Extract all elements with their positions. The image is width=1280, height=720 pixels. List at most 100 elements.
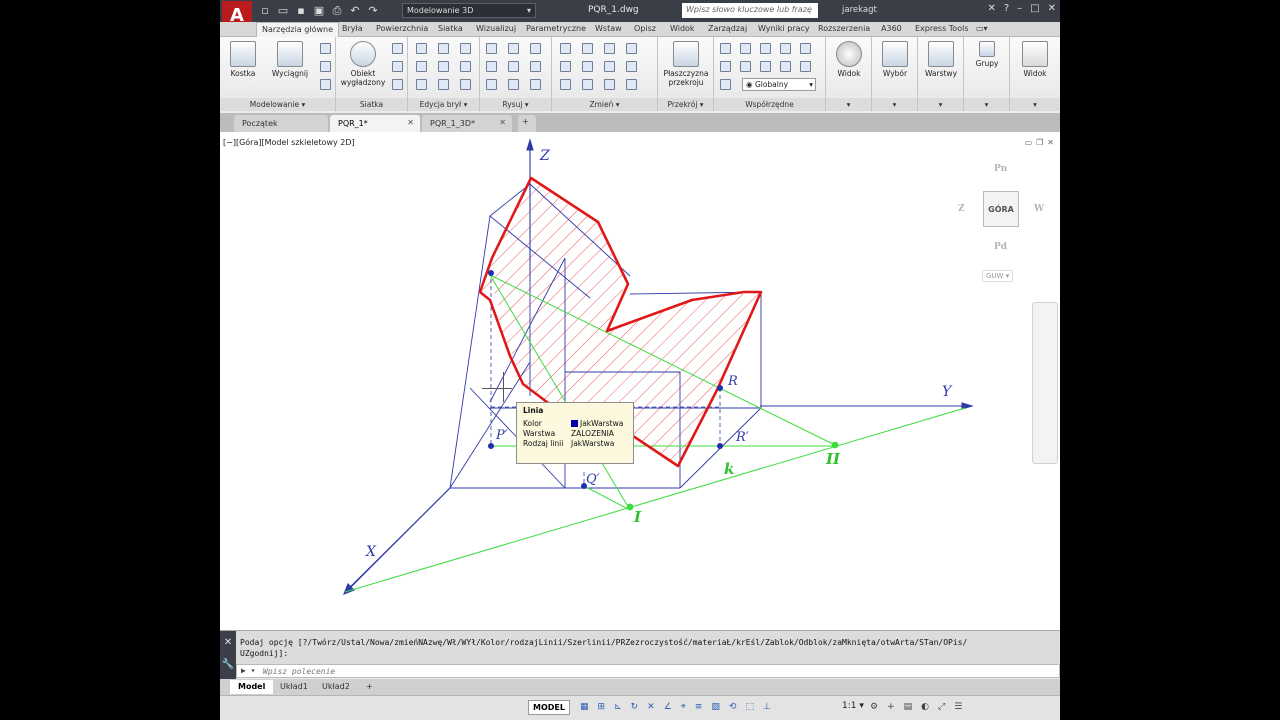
snap-icon[interactable]: ⊞ (598, 702, 606, 712)
close-icon[interactable]: ✕ (407, 118, 414, 127)
tab-opisz[interactable]: Opisz (634, 24, 656, 33)
explode-icon[interactable] (626, 79, 637, 90)
hatch-icon[interactable] (530, 79, 541, 90)
widok-button[interactable]: Widok (832, 41, 866, 78)
arc-icon[interactable] (486, 61, 497, 72)
loft-icon[interactable] (320, 61, 331, 72)
thicken-icon[interactable] (438, 79, 449, 90)
tab-wizualizuj[interactable]: Wizualizuj (476, 24, 516, 33)
tab-narzedzia-glowne[interactable]: Narzędzia główne (256, 22, 340, 37)
help-icon[interactable]: ? (1004, 3, 1009, 14)
maximize-icon[interactable]: □ (1030, 3, 1039, 14)
group-title-edycja-bryl[interactable]: Edycja brył ▾ (408, 98, 479, 111)
scale-icon[interactable] (626, 61, 637, 72)
stretch-icon[interactable] (604, 61, 615, 72)
ucs-world-icon[interactable] (720, 61, 731, 72)
ucs-z-icon[interactable] (800, 61, 811, 72)
trim-icon[interactable] (604, 43, 615, 54)
group-expand-widok2[interactable]: ▾ (1010, 98, 1060, 111)
tab-zarzadzaj[interactable]: Zarządzaj (708, 24, 747, 33)
tab-rozszerzenia[interactable]: Rozszerzenia (818, 24, 870, 33)
save-as-icon[interactable]: ▣ (312, 4, 326, 17)
tab-uklad1[interactable]: Układ1 (272, 680, 316, 694)
close-icon[interactable]: ✕ (1048, 3, 1056, 14)
union-icon[interactable] (416, 43, 427, 54)
mirror-icon[interactable] (560, 61, 571, 72)
rectangle-icon[interactable] (508, 61, 519, 72)
obiekt-wygladzony-button[interactable]: Obiekt wygładzony (340, 41, 386, 87)
redo-icon[interactable]: ↷ (366, 4, 380, 17)
ellipse-icon[interactable] (508, 79, 519, 90)
array-icon[interactable] (560, 79, 571, 90)
clean-screen-icon[interactable]: ⤢ (938, 702, 945, 712)
line-icon[interactable] (486, 43, 497, 54)
command-input[interactable]: ▶ ▾ Wpisz polecenie (236, 664, 1060, 678)
slice-icon[interactable] (460, 61, 471, 72)
ucs-view-icon[interactable] (740, 61, 751, 72)
gear-icon[interactable]: ⚙ (870, 702, 878, 712)
group-expand-grupy[interactable]: ▾ (964, 98, 1009, 111)
fillet-edge-icon[interactable] (416, 61, 427, 72)
dynamic-ucs-icon[interactable]: ⊥ (763, 702, 771, 712)
command-line-grip[interactable]: ✕ 🔧 (220, 631, 236, 679)
subtract-icon[interactable] (438, 43, 449, 54)
polyline-icon[interactable] (508, 43, 519, 54)
save-icon[interactable]: ▪ (294, 4, 308, 17)
wyciagnij-button[interactable]: Wyciągnij (270, 41, 310, 78)
lineweight-icon[interactable]: ≡ (695, 702, 703, 712)
group-expand-widok[interactable]: ▾ (826, 98, 871, 111)
ucs-icon[interactable] (720, 43, 731, 54)
sweep-icon[interactable] (320, 43, 331, 54)
ortho-icon[interactable]: ⊾ (614, 702, 622, 712)
chamfer-edge-icon[interactable] (438, 61, 449, 72)
user-name[interactable]: jarekagt (842, 5, 877, 15)
kostka-button[interactable]: Kostka (228, 41, 258, 78)
ucs-y-icon[interactable] (800, 43, 811, 54)
ucs-named-icon[interactable] (720, 79, 731, 90)
group-title-zmien[interactable]: Zmień ▾ (552, 98, 657, 111)
new-file-icon[interactable]: ▫ (258, 4, 272, 17)
move-icon[interactable] (560, 43, 571, 54)
group-title-przekroj[interactable]: Przekrój ▾ (658, 98, 713, 111)
transparency-icon[interactable]: ▨ (711, 702, 720, 712)
tab-wyniki-pracy[interactable]: Wyniki pracy (758, 24, 810, 33)
tab-widok[interactable]: Widok (670, 24, 695, 33)
customization-icon[interactable]: ☰ (954, 702, 962, 712)
group-expand-warstwy[interactable]: ▾ (918, 98, 963, 111)
add-icon[interactable]: + (887, 702, 895, 712)
tab-model[interactable]: Model (230, 680, 274, 694)
widok2-button[interactable]: Widok (1018, 41, 1052, 78)
group-title-siatka[interactable]: Siatka (336, 98, 407, 111)
command-prompt-icon[interactable]: ▶ ▾ (241, 666, 255, 675)
tab-powierzchnia[interactable]: Powierzchnia (376, 24, 428, 33)
wybor-button[interactable]: Wybór (878, 41, 912, 78)
ucs-menu[interactable]: GUW ▾ (982, 270, 1014, 282)
view-cube[interactable]: Pn Z GÓRA W Pd GUW ▾ (956, 160, 1052, 282)
tab-express-tools[interactable]: Express Tools (915, 24, 969, 33)
isolate-objects-icon[interactable]: ◐ (921, 702, 929, 712)
osnap-icon[interactable]: ✕ (647, 702, 655, 712)
tab-siatka[interactable]: Siatka (438, 24, 463, 33)
ucs-dynamic-icon[interactable]: ⌖ (681, 702, 686, 712)
minimize-icon[interactable]: – (1017, 3, 1022, 14)
grupy-button[interactable]: Grupy (970, 41, 1004, 68)
group-title-modelowanie[interactable]: Modelowanie ▾ (220, 98, 335, 111)
3d-osnap-icon[interactable]: ⬚ (745, 702, 754, 712)
grid-icon[interactable]: ▦ (580, 702, 589, 712)
add-layout-button[interactable]: + (358, 680, 381, 694)
circle-icon[interactable] (530, 43, 541, 54)
copy-icon[interactable] (626, 43, 637, 54)
mesh-crease-icon[interactable] (392, 79, 403, 90)
mesh-icon[interactable] (392, 43, 403, 54)
group-expand-wybor[interactable]: ▾ (872, 98, 917, 111)
viewcube-west[interactable]: Z (958, 204, 965, 214)
polygon-icon[interactable] (530, 61, 541, 72)
new-tab-button[interactable]: + (518, 115, 536, 132)
tab-a360[interactable]: A360 (881, 24, 902, 33)
ucs-face-icon[interactable] (760, 61, 771, 72)
ucs-3point-icon[interactable] (760, 43, 771, 54)
viewcube-top-face[interactable]: GÓRA (983, 191, 1019, 227)
undo-icon[interactable]: ↶ (348, 4, 362, 17)
extract-edges-icon[interactable] (460, 79, 471, 90)
open-file-icon[interactable]: ▭ (276, 4, 290, 17)
